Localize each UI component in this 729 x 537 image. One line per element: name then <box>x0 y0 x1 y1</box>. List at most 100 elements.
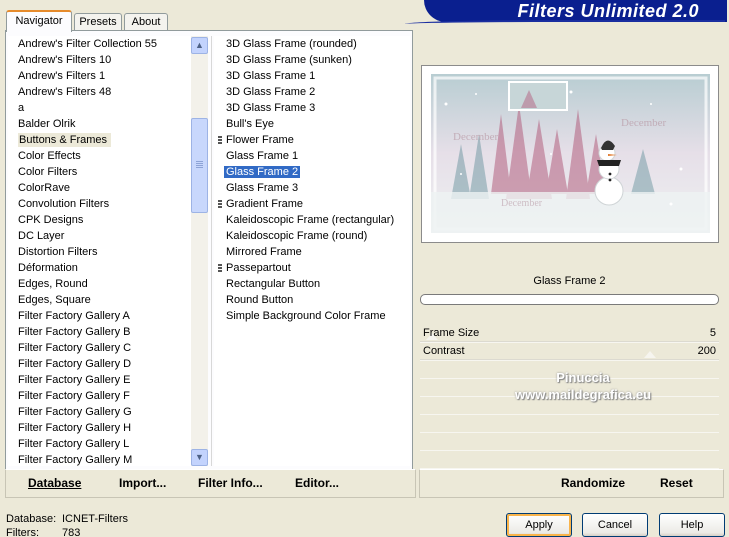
category-item[interactable]: Déformation <box>8 260 193 276</box>
filter-label: Flower Frame <box>226 134 294 146</box>
filter-item[interactable]: Simple Background Color Frame <box>214 308 410 324</box>
category-label: Andrew's Filters 10 <box>18 54 112 66</box>
filter-label: Gradient Frame <box>226 198 304 210</box>
category-item[interactable]: Filter Factory Gallery L <box>8 436 193 452</box>
filter-item[interactable]: 3D Glass Frame (rounded) <box>214 36 410 52</box>
cancel-button[interactable]: Cancel <box>582 513 648 537</box>
filter-item[interactable]: Bull's Eye <box>214 116 410 132</box>
category-item[interactable]: Filter Factory Gallery E <box>8 372 193 388</box>
filter-item[interactable]: Kaleidoscopic Frame (rectangular) <box>214 212 410 228</box>
category-item[interactable]: Buttons & Frames <box>8 132 193 148</box>
filter-label: 3D Glass Frame (sunken) <box>226 54 352 66</box>
category-item[interactable]: Andrew's Filters 10 <box>8 52 193 68</box>
category-item[interactable]: Edges, Round <box>8 276 193 292</box>
filter-item[interactable]: 3D Glass Frame 3 <box>214 100 410 116</box>
title-banner: Filters Unlimited 2.0 <box>424 0 727 22</box>
category-item[interactable]: ColorRave <box>8 180 193 196</box>
filter-item[interactable]: 3D Glass Frame (sunken) <box>214 52 410 68</box>
filter-label: Glass Frame 2 <box>224 166 301 178</box>
status-database: Database: ICNET-Filters <box>6 512 128 526</box>
param-row[interactable]: Frame Size 5 <box>420 324 719 343</box>
scroll-down-button[interactable]: ▼ <box>191 449 208 466</box>
database-button[interactable]: Database <box>28 476 81 490</box>
category-label: Déformation <box>18 262 78 274</box>
filter-item[interactable]: 3D Glass Frame 2 <box>214 84 410 100</box>
param-value: 5 <box>709 327 716 339</box>
param-slider-thumb[interactable] <box>643 351 656 358</box>
filter-item[interactable]: Glass Frame 1 <box>214 148 410 164</box>
scroll-thumb[interactable] <box>191 118 208 213</box>
editor-button[interactable]: Editor... <box>295 476 339 490</box>
param-row-empty <box>420 450 719 469</box>
category-item[interactable]: Filter Factory Gallery H <box>8 420 193 436</box>
category-item[interactable]: Filter Factory Gallery C <box>8 340 193 356</box>
help-button[interactable]: Help <box>659 513 725 537</box>
category-label: Filter Factory Gallery H <box>18 422 132 434</box>
filter-group-icon <box>218 200 222 209</box>
category-label: CPK Designs <box>18 214 84 226</box>
category-item[interactable]: Filter Factory Gallery A <box>8 308 193 324</box>
svg-text:December: December <box>501 198 543 209</box>
tab-presets[interactable]: Presets <box>74 13 122 30</box>
category-scrollbar[interactable]: ▲ ▼ <box>191 36 208 466</box>
category-item[interactable]: Balder Olrik <box>8 116 193 132</box>
category-item[interactable]: Andrew's Filters 48 <box>8 84 193 100</box>
filter-item[interactable]: Glass Frame 3 <box>214 180 410 196</box>
category-item[interactable]: Filter Factory Gallery D <box>8 356 193 372</box>
category-item[interactable]: Andrew's Filter Collection 55 <box>8 36 193 52</box>
param-row-empty <box>420 414 719 433</box>
category-item[interactable]: Filter Factory Gallery F <box>8 388 193 404</box>
category-list[interactable]: Andrew's Filter Collection 55 Andrew's Fi… <box>8 36 193 466</box>
preview-frame: December December December <box>421 65 719 243</box>
category-item[interactable]: Andrew's Filters 1 <box>8 68 193 84</box>
category-item[interactable]: Filter Factory Gallery M <box>8 452 193 466</box>
svg-text:December: December <box>453 131 499 143</box>
filter-item[interactable]: Gradient Frame <box>214 196 410 212</box>
category-label: Filter Factory Gallery B <box>18 326 131 338</box>
category-item[interactable]: Edges, Square <box>8 292 193 308</box>
category-label: Filter Factory Gallery C <box>18 342 132 354</box>
filter-item[interactable]: 3D Glass Frame 1 <box>214 68 410 84</box>
category-label: Filter Factory Gallery G <box>18 406 132 418</box>
filter-label: 3D Glass Frame 2 <box>226 86 316 98</box>
filter-item[interactable]: Mirrored Frame <box>214 244 410 260</box>
filter-list[interactable]: 3D Glass Frame (rounded) 3D Glass Frame (… <box>214 36 410 466</box>
filter-item[interactable]: Round Button <box>214 292 410 308</box>
category-item[interactable]: a <box>8 100 193 116</box>
category-item[interactable]: Convolution Filters <box>8 196 193 212</box>
category-label: Andrew's Filters 48 <box>18 86 112 98</box>
filter-item[interactable]: Passepartout <box>214 260 410 276</box>
category-item[interactable]: Filter Factory Gallery G <box>8 404 193 420</box>
category-label: Convolution Filters <box>18 198 110 210</box>
watermark-line-1: Pinuccia <box>556 370 610 385</box>
category-label: ColorRave <box>18 182 70 194</box>
filter-label: Simple Background Color Frame <box>226 310 386 322</box>
tab-navigator[interactable]: Navigator <box>6 10 72 32</box>
category-item[interactable]: Filter Factory Gallery B <box>8 324 193 340</box>
category-item[interactable]: DC Layer <box>8 228 193 244</box>
category-item[interactable]: Distortion Filters <box>8 244 193 260</box>
scroll-grip-icon <box>196 161 203 169</box>
preview-image[interactable]: December December December <box>431 74 710 233</box>
randomize-button[interactable]: Randomize <box>561 476 625 490</box>
filter-item[interactable]: Kaleidoscopic Frame (round) <box>214 228 410 244</box>
filter-item[interactable]: Glass Frame 2 <box>214 164 410 180</box>
param-row[interactable]: Contrast 200 <box>420 342 719 361</box>
category-item[interactable]: Color Filters <box>8 164 193 180</box>
import-button[interactable]: Import... <box>119 476 166 490</box>
database-label: Database <box>28 476 82 490</box>
category-item[interactable]: CPK Designs <box>8 212 193 228</box>
filter-label: Round Button <box>226 294 294 306</box>
category-item[interactable]: Color Effects <box>8 148 193 164</box>
banner-title: Filters Unlimited 2.0 <box>517 1 699 21</box>
reset-button[interactable]: Reset <box>660 476 693 490</box>
tab-about[interactable]: About <box>124 13 168 30</box>
status-database-value: ICNET-Filters <box>62 513 128 525</box>
filter-info-button[interactable]: Filter Info... <box>198 476 263 490</box>
scroll-up-button[interactable]: ▲ <box>191 37 208 54</box>
status-filters-value: 783 <box>62 527 81 537</box>
progress-bar <box>420 294 719 305</box>
apply-button[interactable]: Apply <box>506 513 572 537</box>
filter-item[interactable]: Rectangular Button <box>214 276 410 292</box>
filter-item[interactable]: Flower Frame <box>214 132 410 148</box>
